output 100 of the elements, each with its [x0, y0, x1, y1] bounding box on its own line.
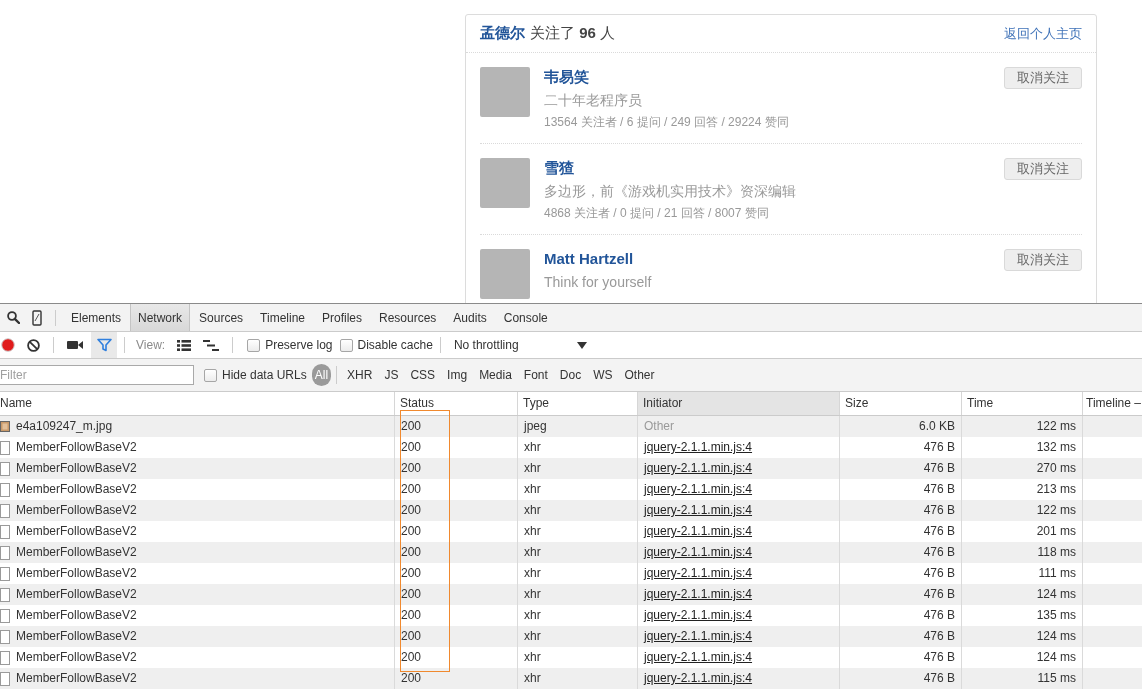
initiator-link[interactable]: jquery-2.1.1.min.js:4	[644, 608, 753, 622]
filter-field[interactable]: Filter	[0, 365, 194, 385]
table-cell: 200	[394, 500, 517, 521]
column-header[interactable]: Size	[839, 392, 961, 415]
column-header[interactable]: Timeline –	[1082, 392, 1142, 415]
table-cell: 122 ms	[961, 416, 1082, 437]
table-cell: 124 ms	[961, 626, 1082, 647]
checkbox-label[interactable]: Hide data URLs	[222, 368, 307, 382]
user-link[interactable]: 孟德尔	[480, 24, 525, 43]
user-name-link[interactable]: 韦易笑	[544, 67, 589, 87]
photo-placeholder	[480, 249, 530, 299]
checkbox-label[interactable]: Disable cache	[357, 338, 433, 352]
initiator-link[interactable]: jquery-2.1.1.min.js:4	[644, 461, 753, 475]
column-header[interactable]: Name	[0, 392, 394, 415]
table-cell: xhr	[517, 458, 637, 479]
type-filter-button[interactable]: Doc	[553, 364, 588, 386]
video-camera-icon	[67, 340, 83, 350]
initiator-link[interactable]: jquery-2.1.1.min.js:4	[644, 503, 753, 517]
document-icon	[0, 503, 10, 518]
table-cell: 476 B	[839, 458, 961, 479]
unfollow-button[interactable]: 取消关注	[1004, 67, 1082, 89]
type-filter-button[interactable]: Other	[618, 364, 661, 386]
file-name[interactable]: e4a109247_m.jpg	[16, 416, 113, 437]
checkbox-label[interactable]: Preserve log	[265, 338, 333, 352]
file-name[interactable]: MemberFollowBaseV2	[16, 500, 137, 521]
throttling-select[interactable]: No throttling	[447, 334, 593, 356]
checkbox[interactable]	[204, 368, 217, 382]
file-name[interactable]: MemberFollowBaseV2	[16, 542, 137, 563]
user-stats: 4868 关注者 / 0 提问 / 21 回答 / 8007 赞同	[544, 205, 769, 222]
initiator-link[interactable]: jquery-2.1.1.min.js:4	[644, 671, 753, 685]
table-cell: 6.0 KB	[839, 416, 961, 437]
checkbox[interactable]	[339, 338, 353, 352]
file-name[interactable]: MemberFollowBaseV2	[16, 668, 137, 689]
file-name[interactable]: MemberFollowBaseV2	[16, 458, 137, 479]
photo-placeholder	[480, 158, 530, 208]
table-cell: 476 B	[839, 584, 961, 605]
column-header[interactable]: Time	[961, 392, 1082, 415]
user-name-link[interactable]: Matt Hartzell	[544, 249, 634, 269]
document-icon	[0, 671, 10, 686]
user-name-link[interactable]: 雪猹	[544, 158, 574, 178]
panel-tab[interactable]: Console	[495, 304, 556, 331]
table-cell: 200	[394, 542, 517, 563]
phone-icon	[32, 309, 42, 326]
initiator-link[interactable]: jquery-2.1.1.min.js:4	[644, 440, 753, 454]
file-name[interactable]: MemberFollowBaseV2	[16, 521, 137, 542]
table-cell: 200	[394, 416, 517, 437]
photo-placeholder	[480, 67, 530, 117]
document-icon	[0, 587, 10, 602]
file-name[interactable]: MemberFollowBaseV2	[16, 437, 137, 458]
file-name[interactable]: MemberFollowBaseV2	[16, 626, 137, 647]
file-name[interactable]: MemberFollowBaseV2	[16, 605, 137, 626]
type-filter-button[interactable]: XHR	[341, 364, 379, 386]
table-cell: xhr	[517, 542, 637, 563]
panel-tab[interactable]: Timeline	[252, 304, 313, 331]
panel-tab[interactable]: Sources	[191, 304, 252, 331]
type-filter-button[interactable]: Font	[517, 364, 554, 386]
table-cell: xhr	[517, 626, 637, 647]
panel-tab[interactable]: Audits	[445, 304, 495, 331]
column-header[interactable]: Initiator	[637, 392, 839, 415]
checkbox[interactable]	[247, 338, 261, 352]
initiator-link[interactable]: jquery-2.1.1.min.js:4	[644, 566, 753, 580]
type-filter-button[interactable]: JS	[378, 364, 405, 386]
table-cell: 476 B	[839, 542, 961, 563]
panel-tab[interactable]: Network	[130, 304, 191, 331]
unfollow-button[interactable]: 取消关注	[1004, 249, 1082, 271]
document-icon	[0, 461, 10, 476]
list-view-icon	[177, 339, 192, 351]
table-cell: 476 B	[839, 668, 961, 689]
type-filter-button[interactable]: WS	[587, 364, 619, 386]
column-header[interactable]: Status	[394, 392, 517, 415]
view-label: View:	[136, 338, 166, 352]
table-cell: 200	[394, 668, 517, 689]
panel-tab[interactable]: Resources	[371, 304, 445, 331]
type-filter-button[interactable]: Media	[473, 364, 518, 386]
panel-tab[interactable]: Profiles	[314, 304, 370, 331]
panel-tab[interactable]: Elements	[63, 304, 130, 331]
initiator-link[interactable]: jquery-2.1.1.min.js:4	[644, 650, 753, 664]
initiator-link[interactable]: jquery-2.1.1.min.js:4	[644, 587, 753, 601]
table-cell: 476 B	[839, 500, 961, 521]
initiator-link[interactable]: jquery-2.1.1.min.js:4	[644, 524, 753, 538]
table-cell: 200	[394, 584, 517, 605]
waterfall-icon	[203, 339, 220, 351]
document-icon	[0, 629, 10, 644]
file-name[interactable]: MemberFollowBaseV2	[16, 479, 137, 500]
type-filter-button[interactable]: CSS	[404, 364, 442, 386]
table-cell: 200	[394, 626, 517, 647]
file-name[interactable]: MemberFollowBaseV2	[16, 647, 137, 668]
file-name[interactable]: MemberFollowBaseV2	[16, 584, 137, 605]
unfollow-button[interactable]: 取消关注	[1004, 158, 1082, 180]
file-name[interactable]: MemberFollowBaseV2	[16, 563, 137, 584]
initiator-link[interactable]: jquery-2.1.1.min.js:4	[644, 545, 753, 559]
initiator-link[interactable]: jquery-2.1.1.min.js:4	[644, 482, 753, 496]
table-cell: xhr	[517, 500, 637, 521]
user-bio: 二十年老程序员	[544, 91, 642, 110]
type-filter-button[interactable]: Img	[441, 364, 474, 386]
user-bio: Think for yourself	[544, 273, 652, 292]
back-to-profile-link[interactable]: 返回个人主页	[1004, 24, 1082, 43]
user-stats: 13564 关注者 / 6 提问 / 249 回答 / 29224 赞同	[544, 114, 789, 131]
initiator-link[interactable]: jquery-2.1.1.min.js:4	[644, 629, 753, 643]
table-cell: xhr	[517, 668, 637, 689]
